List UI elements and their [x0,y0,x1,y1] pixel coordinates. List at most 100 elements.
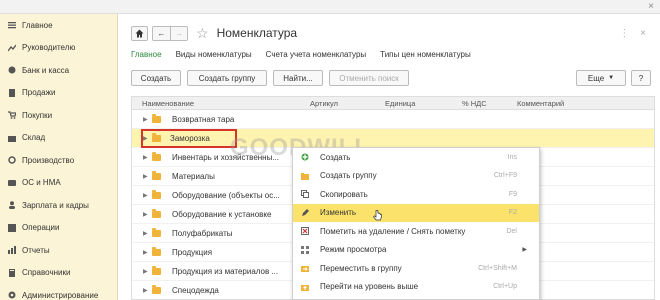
sidebar-item-main[interactable]: Главное [0,14,117,37]
menu-item-label: Перейти на уровень выше [320,282,419,292]
sidebar-item-label: Главное [22,20,53,30]
folder-plus-icon [301,172,309,180]
row-name: Материалы [172,171,215,181]
menu-item-label: Изменить [320,208,357,218]
sidebar-item-admin[interactable]: Администрирование [0,284,117,300]
help-button[interactable]: ? [631,70,651,86]
menu-item-shortcut: Del [506,227,517,235]
sidebar-item-director[interactable]: Руководителю [0,37,117,60]
column-header-unit[interactable]: Единица [385,99,415,108]
expand-arrow-icon[interactable]: ▶ [143,287,148,294]
row-name: Оборудование (объекты ос... [172,190,280,200]
move-icon [301,264,309,273]
sidebar-item-assets[interactable]: ОС и НМА [0,172,117,195]
close-icon[interactable]: × [648,1,654,12]
create-group-button[interactable]: Создать группу [187,70,267,86]
expand-arrow-icon[interactable]: ▶ [143,173,148,180]
row-name: Полуфабрикаты [172,228,233,238]
arrow-left-icon: ← [157,28,166,38]
expand-arrow-icon[interactable]: ▶ [143,192,148,199]
folder-icon [152,228,161,237]
favorite-star-icon[interactable]: ☆ [196,25,209,42]
table-row[interactable]: ▶ Возвратная тара [132,110,654,129]
sidebar-item-catalogs[interactable]: Справочники [0,262,117,285]
expand-arrow-icon[interactable]: ▶ [143,116,148,123]
menu-item-shortcut: Ctrl+Shift+M [478,264,517,272]
tab-price-types[interactable]: Типы цен номенклатуры [380,50,471,59]
menu-item-label: Скопировать [320,189,368,199]
back-button[interactable]: ← [153,26,170,40]
admin-icon [8,291,16,299]
cancel-search-button[interactable]: Отменить поиск [329,70,409,86]
expand-arrow-icon[interactable]: ▶ [143,211,148,218]
row-name: Возвратная тара [172,114,235,124]
delete-mark-icon [301,227,309,236]
window-top-strip: × [0,0,660,14]
column-header-name[interactable]: Наименование [142,99,194,108]
column-header-article[interactable]: Артикул [310,99,338,108]
menu-item-view-mode[interactable]: Режим просмотра ▶ [293,241,539,260]
menu-item-edit[interactable]: Изменить F2 [293,203,539,222]
menu-item-mark-delete[interactable]: Пометить на удаление / Снять пометку Del [293,222,539,241]
create-button[interactable]: Создать [131,70,181,86]
sidebar-item-label: Покупки [22,110,53,120]
pencil-icon [301,208,309,217]
home-button[interactable] [131,25,148,41]
copy-icon [301,190,309,199]
factory-icon [8,156,16,164]
sidebar-item-sales[interactable]: Продажи [0,82,117,105]
chart-icon [8,44,16,52]
arrow-right-icon: → [175,28,183,38]
sidebar-item-label: Операции [22,223,60,233]
sidebar-item-reports[interactable]: Отчеты [0,239,117,262]
tab-main[interactable]: Главное [131,50,162,59]
menu-item-label: Режим просмотра [320,245,387,255]
forward-button[interactable]: → [170,26,187,40]
folder-icon [152,266,161,275]
reports-icon [8,246,16,255]
expand-arrow-icon[interactable]: ▶ [143,249,148,256]
sidebar-item-label: Руководителю [22,43,76,53]
expand-arrow-icon[interactable]: ▶ [143,135,148,142]
folder-icon [152,114,161,123]
menu-icon [8,21,16,29]
menu-item-create-group[interactable]: Создать группу Ctrl+F9 [293,167,539,186]
sidebar-item-warehouse[interactable]: Склад [0,127,117,150]
table-row-selected[interactable]: ▶ Заморозка [132,129,654,148]
sidebar-item-label: Отчеты [22,245,50,255]
expand-arrow-icon[interactable]: ▶ [143,230,148,237]
more-button[interactable]: Еще ▼ [576,70,626,86]
column-header-comment[interactable]: Комментарий [517,99,564,108]
level-up-icon [301,283,309,291]
table-header: Наименование Артикул Единица % НДС Комме… [132,97,654,110]
sidebar-item-salary[interactable]: Зарплата и кадры [0,194,117,217]
folder-icon [152,152,161,161]
sidebar-item-purchases[interactable]: Покупки [0,104,117,127]
sidebar-item-operations[interactable]: Операции [0,217,117,240]
row-name: Продукция из материалов ... [172,266,279,276]
menu-item-copy[interactable]: Скопировать F9 [293,185,539,204]
expand-arrow-icon[interactable]: ▶ [143,154,148,161]
folder-icon [152,133,161,142]
menu-item-label: Создать группу [320,171,377,181]
submenu-arrow-icon: ▶ [522,247,527,254]
expand-arrow-icon[interactable]: ▶ [143,268,148,275]
folder-icon [152,285,161,294]
sidebar-item-label: Продажи [22,88,56,98]
context-menu: Создать Ins Создать группу Ctrl+F9 Скопи… [292,147,540,300]
cart-icon [8,111,16,120]
menu-item-move-to-group[interactable]: Переместить в группу Ctrl+Shift+M [293,259,539,278]
column-header-vat[interactable]: % НДС [462,99,487,108]
find-button[interactable]: Найти... [273,70,323,86]
menu-item-level-up[interactable]: Перейти на уровень выше Ctrl+Up [293,278,539,297]
more-label: Еще [587,73,605,83]
history-nav: ← → [152,25,188,41]
sidebar-item-bank[interactable]: Банк и касса [0,59,117,82]
menu-item-create[interactable]: Создать Ins [293,148,539,167]
tab-item-kinds[interactable]: Виды номенклатуры [176,50,252,59]
tab-accounts[interactable]: Счета учета номенклатуры [266,50,367,59]
menu-item-shortcut: F2 [508,209,517,217]
window-controls-icon[interactable]: ⋮ × [619,28,650,39]
sidebar-item-label: Производство [22,155,75,165]
sidebar-item-production[interactable]: Производство [0,149,117,172]
